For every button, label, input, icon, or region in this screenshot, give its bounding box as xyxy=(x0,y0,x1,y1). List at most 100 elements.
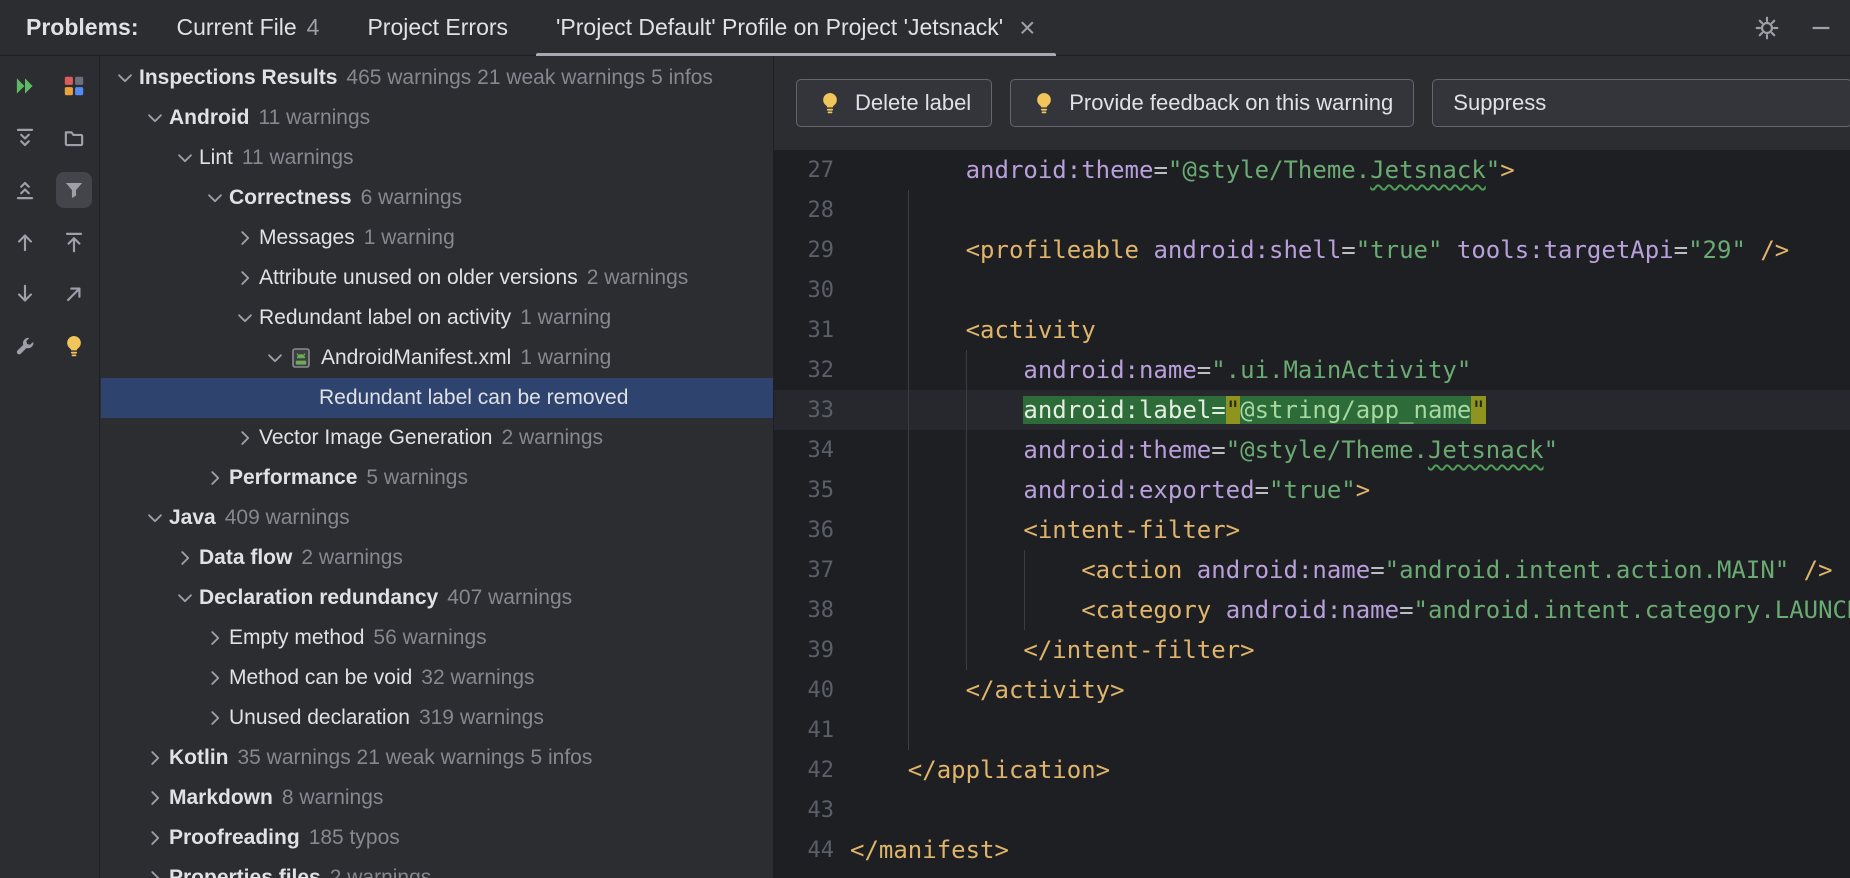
editor-line-34[interactable]: 34 android:theme="@style/Theme.Jetsnack" xyxy=(774,430,1850,470)
tree-item-label: Properties files xyxy=(169,866,321,878)
previous-problem-icon[interactable] xyxy=(7,224,43,260)
chevron-right-icon[interactable] xyxy=(201,667,229,689)
tree-item-messages[interactable]: Messages1 warning xyxy=(101,218,773,258)
tree-item-inspections-results[interactable]: Inspections Results465 warnings 21 weak … xyxy=(101,58,773,98)
group-by-icon[interactable] xyxy=(56,120,92,156)
chevron-right-icon[interactable] xyxy=(141,827,169,849)
chevron-right-icon[interactable] xyxy=(231,227,259,249)
tree-item-correctness[interactable]: Correctness6 warnings xyxy=(101,178,773,218)
line-number: 44 xyxy=(774,838,850,863)
tree-item-android[interactable]: Android11 warnings xyxy=(101,98,773,138)
tab-current-file[interactable]: Current File4 xyxy=(152,0,343,56)
editor-line-44[interactable]: 44</manifest> xyxy=(774,830,1850,870)
chevron-down-icon[interactable] xyxy=(111,67,139,89)
tree-item-label: Markdown xyxy=(169,786,273,810)
chevron-right-icon[interactable] xyxy=(201,627,229,649)
tree-item-redundant-label-can-be-removed[interactable]: Redundant label can be removed xyxy=(101,378,773,418)
settings-gear-icon[interactable] xyxy=(1754,15,1780,41)
button-label: Delete label xyxy=(855,90,971,116)
tree-item-label: Performance xyxy=(229,466,357,490)
tree-item-kotlin[interactable]: Kotlin35 warnings 21 weak warnings 5 inf… xyxy=(101,738,773,778)
chevron-right-icon[interactable] xyxy=(141,787,169,809)
inspections-results-tree: Inspections Results465 warnings 21 weak … xyxy=(101,56,773,878)
provide-feedback-on-this-warning-button[interactable]: Provide feedback on this warning xyxy=(1010,79,1414,127)
chevron-right-icon[interactable] xyxy=(231,267,259,289)
suppress-button[interactable]: Suppress xyxy=(1432,79,1850,127)
editor-line-37[interactable]: 37 <action android:name="android.intent.… xyxy=(774,550,1850,590)
tree-item-vector-image-generation[interactable]: Vector Image Generation2 warnings xyxy=(101,418,773,458)
open-in-editor-icon[interactable] xyxy=(56,276,92,312)
editor-line-35[interactable]: 35 android:exported="true"> xyxy=(774,470,1850,510)
tree-item-label: Inspections Results xyxy=(139,66,337,90)
inspection-severity-icon[interactable] xyxy=(56,68,92,104)
chevron-down-icon[interactable] xyxy=(171,147,199,169)
chevron-right-icon[interactable] xyxy=(201,467,229,489)
move-up-icon[interactable] xyxy=(56,224,92,260)
tree-item-androidmanifest-xml[interactable]: AndroidManifest.xml1 warning xyxy=(101,338,773,378)
chevron-right-icon[interactable] xyxy=(231,427,259,449)
editor-line-27[interactable]: 27 android:theme="@style/Theme.Jetsnack"… xyxy=(774,150,1850,190)
filter-icon[interactable] xyxy=(56,172,92,208)
tree-item-count: 11 warnings xyxy=(258,106,370,130)
tree-item-label: Vector Image Generation xyxy=(259,426,492,450)
editor-line-28[interactable]: 28 xyxy=(774,190,1850,230)
quick-fix-bulb-icon[interactable] xyxy=(56,328,92,364)
editor-line-40[interactable]: 40 </activity> xyxy=(774,670,1850,710)
close-icon[interactable]: × xyxy=(1019,14,1035,42)
editor-line-29[interactable]: 29 <profileable android:shell="true" too… xyxy=(774,230,1850,270)
rerun-inspection-icon[interactable] xyxy=(7,68,43,104)
line-number: 32 xyxy=(774,358,850,383)
chevron-down-icon[interactable] xyxy=(141,107,169,129)
editor-line-30[interactable]: 30 xyxy=(774,270,1850,310)
tree-item-attribute-unused-on-older-versions[interactable]: Attribute unused on older versions2 warn… xyxy=(101,258,773,298)
tree-item-lint[interactable]: Lint11 warnings xyxy=(101,138,773,178)
chevron-right-icon[interactable] xyxy=(201,707,229,729)
tree-item-declaration-redundancy[interactable]: Declaration redundancy407 warnings xyxy=(101,578,773,618)
tree-item-count: 409 warnings xyxy=(225,506,350,530)
tree-item-markdown[interactable]: Markdown8 warnings xyxy=(101,778,773,818)
tree-item-proofreading[interactable]: Proofreading185 typos xyxy=(101,818,773,858)
tree-item-unused-declaration[interactable]: Unused declaration319 warnings xyxy=(101,698,773,738)
chevron-down-icon[interactable] xyxy=(261,347,289,369)
editor-line-32[interactable]: 32 android:name=".ui.MainActivity" xyxy=(774,350,1850,390)
chevron-down-icon[interactable] xyxy=(201,187,229,209)
chevron-right-icon[interactable] xyxy=(141,867,169,878)
chevron-right-icon[interactable] xyxy=(141,747,169,769)
editor-line-38[interactable]: 38 <category android:name="android.inten… xyxy=(774,590,1850,630)
tree-item-count: 185 typos xyxy=(309,826,400,850)
tree-item-java[interactable]: Java409 warnings xyxy=(101,498,773,538)
tree-item-data-flow[interactable]: Data flow2 warnings xyxy=(101,538,773,578)
editor-line-42[interactable]: 42 </application> xyxy=(774,750,1850,790)
expand-all-icon[interactable] xyxy=(7,120,43,156)
tree-item-empty-method[interactable]: Empty method56 warnings xyxy=(101,618,773,658)
chevron-down-icon[interactable] xyxy=(231,307,259,329)
editor-line-36[interactable]: 36 <intent-filter> xyxy=(774,510,1850,550)
chevron-down-icon[interactable] xyxy=(141,507,169,529)
tree-item-properties-files[interactable]: Properties files2 warnings xyxy=(101,858,773,878)
editor-line-33[interactable]: 33 android:label="@string/app_name" xyxy=(774,390,1850,430)
collapse-all-icon[interactable] xyxy=(7,172,43,208)
tree-item-method-can-be-void[interactable]: Method can be void32 warnings xyxy=(101,658,773,698)
tree-item-count: 319 warnings xyxy=(419,706,544,730)
quick-fix-wrench-icon[interactable] xyxy=(7,328,43,364)
tab-project-errors[interactable]: Project Errors xyxy=(343,0,532,56)
delete-label-button[interactable]: Delete label xyxy=(796,79,992,127)
tree-item-label: Declaration redundancy xyxy=(199,586,438,610)
button-label: Suppress xyxy=(1453,90,1546,116)
tree-item-count: 1 warning xyxy=(520,306,611,330)
chevron-down-icon[interactable] xyxy=(171,587,199,609)
tree-item-performance[interactable]: Performance5 warnings xyxy=(101,458,773,498)
tab-project-default-profile-on-project-jetsnack[interactable]: 'Project Default' Profile on Project 'Je… xyxy=(532,0,1059,56)
tree-item-label: Correctness xyxy=(229,186,352,210)
editor-line-41[interactable]: 41 xyxy=(774,710,1850,750)
tree-item-count: 56 warnings xyxy=(373,626,486,650)
indent-guide xyxy=(908,190,909,750)
problems-tool-window: Problems: Current File4Project Errors'Pr… xyxy=(0,0,1850,878)
tree-item-redundant-label-on-activity[interactable]: Redundant label on activity1 warning xyxy=(101,298,773,338)
editor-line-31[interactable]: 31 <activity xyxy=(774,310,1850,350)
next-problem-icon[interactable] xyxy=(7,276,43,312)
editor-line-39[interactable]: 39 </intent-filter> xyxy=(774,630,1850,670)
editor-line-43[interactable]: 43 xyxy=(774,790,1850,830)
hide-icon[interactable] xyxy=(1808,15,1834,41)
chevron-right-icon[interactable] xyxy=(171,547,199,569)
